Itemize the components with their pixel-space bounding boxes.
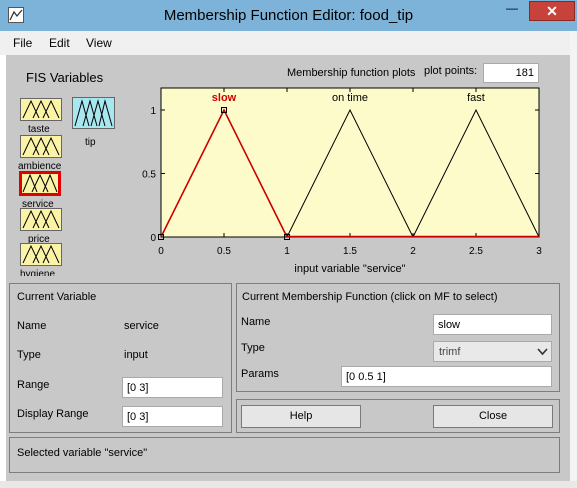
plot-title: Membership function plots bbox=[287, 67, 416, 79]
x-tick-label: 0 bbox=[158, 246, 164, 257]
cv-range-label: Range bbox=[17, 379, 50, 391]
fis-var-label-tip: tip bbox=[85, 137, 96, 148]
chevron-down-icon bbox=[537, 348, 548, 356]
menu-view[interactable]: View bbox=[86, 31, 112, 55]
mf-icon bbox=[22, 173, 58, 193]
fis-var-taste[interactable] bbox=[20, 98, 62, 121]
minimize-icon: — bbox=[506, 1, 518, 15]
mf-params-input[interactable] bbox=[341, 366, 552, 387]
x-axis-label: input variable "service" bbox=[294, 263, 405, 275]
mf-label-fast: fast bbox=[467, 92, 485, 104]
window-edge bbox=[570, 31, 577, 488]
membership-function-plot[interactable]: 0 0.5 1 1.5 2 2.5 3 0 0.5 1 slow on time fast input… bbox=[140, 84, 565, 284]
mf-name-input[interactable] bbox=[433, 314, 552, 335]
window-edge-bottom bbox=[0, 481, 577, 488]
mf-icon bbox=[22, 244, 60, 264]
mf-type-dropdown[interactable]: trimf bbox=[433, 341, 552, 362]
mf-icon bbox=[74, 99, 113, 127]
window-title: Membership Function Editor: food_tip bbox=[163, 7, 414, 24]
x-tick-label: 1 bbox=[284, 246, 290, 257]
x-tick-label: 0.5 bbox=[217, 246, 231, 257]
cv-name-value: service bbox=[124, 320, 159, 332]
minimize-button[interactable]: — bbox=[500, 1, 527, 21]
y-tick-label: 0 bbox=[150, 233, 156, 244]
mf-icon bbox=[22, 136, 60, 156]
current-variable-title: Current Variable bbox=[17, 291, 97, 303]
fis-var-price[interactable] bbox=[20, 208, 62, 231]
plot-points-input[interactable] bbox=[483, 63, 539, 83]
menu-bar: File Edit View bbox=[0, 31, 570, 55]
mf-label-on-time: on time bbox=[332, 92, 368, 104]
fis-var-tip[interactable] bbox=[72, 97, 115, 129]
display-range-input[interactable] bbox=[122, 406, 223, 427]
mf-name-label: Name bbox=[241, 316, 271, 328]
fis-var-label-clip: hygiene bbox=[18, 269, 68, 276]
help-button[interactable]: Help bbox=[241, 405, 361, 428]
fis-var-ambience[interactable] bbox=[20, 135, 62, 158]
fis-var-service[interactable] bbox=[19, 171, 61, 196]
mf-icon bbox=[22, 99, 60, 119]
fis-var-label-taste: taste bbox=[28, 124, 50, 135]
cv-display-range-label: Display Range bbox=[17, 408, 89, 420]
matlab-app-icon bbox=[8, 7, 24, 23]
cv-name-label: Name bbox=[17, 320, 47, 332]
mf-icon bbox=[22, 209, 60, 229]
mf-type-value: trimf bbox=[439, 346, 461, 358]
close-icon: ✕ bbox=[546, 3, 558, 19]
x-tick-label: 2 bbox=[410, 246, 416, 257]
current-mf-title: Current Membership Function (click on MF… bbox=[242, 291, 498, 303]
y-tick-label: 1 bbox=[150, 106, 156, 117]
x-tick-label: 1.5 bbox=[343, 246, 357, 257]
y-tick-label: 0.5 bbox=[142, 170, 156, 181]
cv-type-value: input bbox=[124, 349, 148, 361]
x-tick-label: 3 bbox=[536, 246, 542, 257]
cv-type-label: Type bbox=[17, 349, 41, 361]
close-window-button[interactable]: ✕ bbox=[529, 1, 575, 21]
range-input[interactable] bbox=[122, 377, 223, 398]
fis-var-label-hygiene: hygiene bbox=[20, 269, 56, 276]
mf-label-slow: slow bbox=[212, 92, 237, 104]
fis-var-hygiene[interactable] bbox=[20, 243, 62, 266]
menu-edit[interactable]: Edit bbox=[49, 31, 70, 55]
menu-file[interactable]: File bbox=[13, 31, 32, 55]
fis-variables-title: FIS Variables bbox=[26, 70, 104, 85]
mf-type-label: Type bbox=[241, 342, 265, 354]
plot-points-label: plot points: bbox=[424, 65, 478, 77]
status-text: Selected variable "service" bbox=[17, 447, 148, 459]
close-button[interactable]: Close bbox=[433, 405, 553, 428]
x-tick-label: 2.5 bbox=[469, 246, 483, 257]
mf-params-label: Params bbox=[241, 368, 279, 380]
